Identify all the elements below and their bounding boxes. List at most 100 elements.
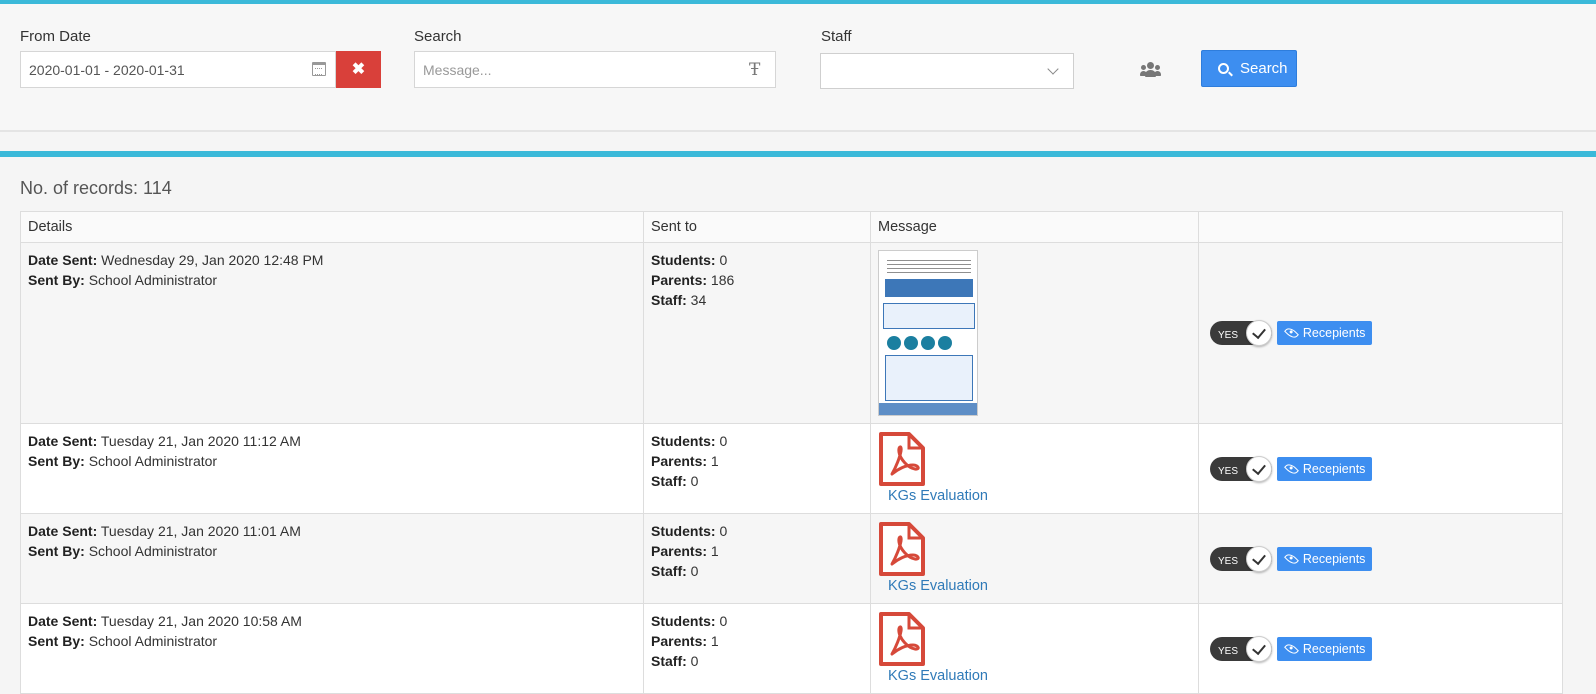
sent-by-label: Sent By: (28, 543, 85, 559)
message-cell (870, 242, 1199, 424)
pdf-attachment-link[interactable]: KGs Evaluation (878, 431, 1191, 506)
sent-by-label: Sent By: (28, 272, 85, 288)
parents-label: Parents: (651, 633, 708, 649)
actions-cell: YES Recepients (1198, 242, 1563, 424)
staff-select[interactable] (820, 53, 1074, 89)
date-sent-value: Tuesday 21, Jan 2020 11:12 AM (100, 433, 301, 449)
parents-label: Parents: (651, 543, 708, 559)
yes-toggle[interactable]: YES (1210, 545, 1272, 572)
message-cell: KGs Evaluation (870, 423, 1199, 514)
calendar-icon[interactable] (312, 62, 326, 76)
actions-cell: YES Recepients (1198, 603, 1563, 694)
check-icon (1246, 545, 1272, 572)
recipients-label: Recepients (1302, 326, 1366, 340)
date-sent-label: Date Sent: (28, 613, 98, 629)
parents-label: Parents: (651, 272, 708, 288)
students-label: Students: (651, 433, 716, 449)
pdf-attachment-link[interactable]: KGs Evaluation (878, 521, 1191, 596)
staff-count: 34 (690, 292, 707, 308)
recipients-button[interactable]: Recepients (1276, 546, 1372, 571)
actions-cell: YES Recepients (1198, 423, 1563, 514)
students-count: 0 (719, 613, 728, 629)
header-sent-to: Sent to (643, 211, 871, 243)
eye-icon (1283, 551, 1299, 566)
message-search-input[interactable] (415, 52, 735, 87)
details-cell: Date Sent: Wednesday 29, Jan 2020 12:48 … (20, 242, 644, 424)
date-sent-value: Tuesday 21, Jan 2020 10:58 AM (100, 613, 302, 629)
students-label: Students: (651, 523, 716, 539)
recipients-label: Recepients (1302, 641, 1366, 656)
pdf-caption[interactable]: KGs Evaluation (888, 576, 1191, 596)
filter-panel: From Date 2020-01-01 - 2020-01-31 ✖ Sear… (0, 4, 1596, 132)
from-date-label: From Date (20, 28, 91, 45)
check-icon (1246, 455, 1272, 482)
section-divider (0, 151, 1596, 157)
parents-count: 1 (710, 453, 719, 469)
pdf-file-icon (879, 612, 925, 666)
messages-table: Details Sent to Message Date Sent: Wedne… (20, 211, 1563, 694)
details-cell: Date Sent: Tuesday 21, Jan 2020 11:01 AM… (20, 513, 644, 604)
message-image-thumbnail[interactable] (878, 250, 978, 416)
text-format-icon: Ŧ (749, 60, 761, 80)
sent-to-cell: Students: 0 Parents: 1 Staff: 0 (643, 513, 871, 604)
staff-count: 0 (690, 563, 699, 579)
search-label: Search (414, 28, 462, 45)
recipients-button[interactable]: Recepients (1276, 321, 1372, 345)
message-cell: KGs Evaluation (870, 603, 1199, 694)
date-range-value: 2020-01-01 - 2020-01-31 (29, 62, 185, 78)
staff-label: Staff: (651, 563, 687, 579)
table-row: Date Sent: Wednesday 29, Jan 2020 12:48 … (20, 242, 1563, 424)
staff-label: Staff: (651, 292, 687, 308)
details-cell: Date Sent: Tuesday 21, Jan 2020 11:12 AM… (20, 423, 644, 514)
date-sent-value: Wednesday 29, Jan 2020 12:48 PM (101, 252, 324, 268)
staff-count: 0 (690, 473, 699, 489)
staff-label: Staff: (651, 473, 687, 489)
eye-icon (1283, 641, 1299, 656)
pdf-attachment-link[interactable]: KGs Evaluation (878, 611, 1191, 686)
parents-count: 186 (710, 272, 735, 288)
eye-icon (1283, 325, 1299, 341)
clear-date-button[interactable]: ✖ (336, 51, 381, 88)
parents-count: 1 (710, 543, 719, 559)
sent-by-label: Sent By: (28, 633, 85, 649)
staff-label: Staff (821, 28, 852, 45)
date-sent-label: Date Sent: (28, 252, 98, 268)
sent-to-cell: Students: 0 Parents: 1 Staff: 0 (643, 603, 871, 694)
date-sent-label: Date Sent: (28, 523, 98, 539)
sent-to-cell: Students: 0 Parents: 186 Staff: 34 (643, 242, 871, 424)
pdf-caption[interactable]: KGs Evaluation (888, 666, 1191, 686)
parents-count: 1 (710, 633, 719, 649)
search-icon (1218, 63, 1229, 74)
yes-toggle[interactable]: YES (1210, 320, 1272, 346)
students-label: Students: (651, 252, 716, 268)
header-message: Message (870, 211, 1199, 243)
recipients-button[interactable]: Recepients (1276, 636, 1372, 661)
message-cell: KGs Evaluation (870, 513, 1199, 604)
search-button-label: Search (1240, 60, 1288, 77)
recipients-button[interactable]: Recepients (1276, 456, 1372, 481)
recipients-label: Recepients (1302, 461, 1366, 476)
search-field: Ŧ (414, 51, 776, 88)
users-icon[interactable] (1140, 62, 1161, 78)
staff-label: Staff: (651, 653, 687, 669)
header-details: Details (20, 211, 644, 243)
pdf-caption[interactable]: KGs Evaluation (888, 486, 1191, 506)
sent-by-value: School Administrator (88, 633, 218, 649)
yes-toggle[interactable]: YES (1210, 635, 1272, 662)
eye-icon (1283, 461, 1299, 476)
toggle-label: YES (1218, 645, 1239, 657)
search-button[interactable]: Search (1201, 50, 1297, 87)
toggle-label: YES (1218, 330, 1239, 341)
students-count: 0 (719, 252, 728, 268)
students-count: 0 (719, 523, 728, 539)
date-range-input[interactable]: 2020-01-01 - 2020-01-31 (20, 51, 336, 88)
actions-cell: YES Recepients (1198, 513, 1563, 604)
table-row: Date Sent: Tuesday 21, Jan 2020 11:01 AM… (20, 513, 1563, 604)
table-row: Date Sent: Tuesday 21, Jan 2020 11:12 AM… (20, 423, 1563, 514)
yes-toggle[interactable]: YES (1210, 455, 1272, 482)
toggle-label: YES (1218, 465, 1239, 477)
close-icon: ✖ (351, 61, 366, 78)
table-header-row: Details Sent to Message (20, 211, 1563, 243)
check-icon (1246, 320, 1272, 346)
pdf-file-icon (879, 522, 925, 576)
